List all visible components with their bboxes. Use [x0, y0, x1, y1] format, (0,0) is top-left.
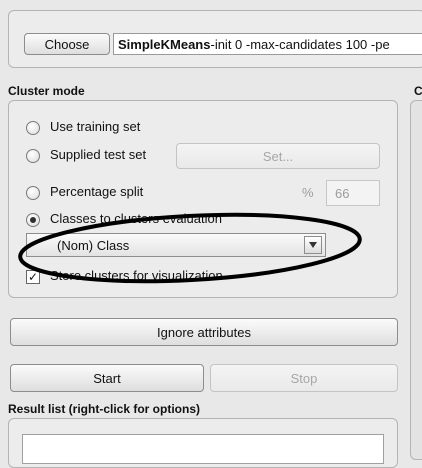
percentage-split-label: Percentage split [50, 184, 144, 199]
store-clusters-label: Store clusters for visualization [50, 268, 223, 283]
start-button[interactable]: Start [10, 364, 204, 392]
supplied-test-set-label: Supplied test set [50, 147, 147, 162]
classes-to-clusters-radio[interactable] [26, 213, 40, 227]
ignore-attributes-button[interactable]: Ignore attributes [10, 318, 398, 346]
clusterer-name: SimpleKMeans [118, 36, 211, 52]
chevron-down-icon [309, 242, 317, 248]
supplied-test-set-radio[interactable] [26, 149, 40, 163]
class-select-arrow[interactable] [304, 236, 322, 254]
percentage-split-field[interactable]: 66 [326, 180, 380, 206]
percentage-split-radio[interactable] [26, 186, 40, 200]
classes-to-clusters-label: Classes to clusters evaluation [50, 211, 222, 226]
class-select[interactable]: (Nom) Class [26, 233, 326, 257]
use-training-set-label: Use training set [50, 119, 141, 134]
class-select-value: (Nom) Class [57, 237, 130, 253]
store-clusters-checkbox[interactable]: ✓ [26, 270, 40, 284]
result-list-title: Result list (right-click for options) [8, 402, 201, 416]
use-training-set-radio[interactable] [26, 121, 40, 135]
right-panel-title: C [414, 84, 422, 98]
stop-button[interactable]: Stop [210, 364, 398, 392]
result-list-box[interactable] [22, 434, 384, 464]
right-panel [410, 100, 422, 460]
percent-sign: % [302, 185, 314, 200]
clusterer-field[interactable]: SimpleKMeans -init 0 -max-candidates 100… [113, 33, 422, 55]
cluster-mode-title: Cluster mode [8, 84, 85, 98]
check-mark-icon: ✓ [27, 270, 39, 284]
set-button[interactable]: Set... [176, 143, 380, 169]
choose-button[interactable]: Choose [24, 33, 110, 55]
clusterer-options: -init 0 -max-candidates 100 -pe [210, 36, 390, 52]
